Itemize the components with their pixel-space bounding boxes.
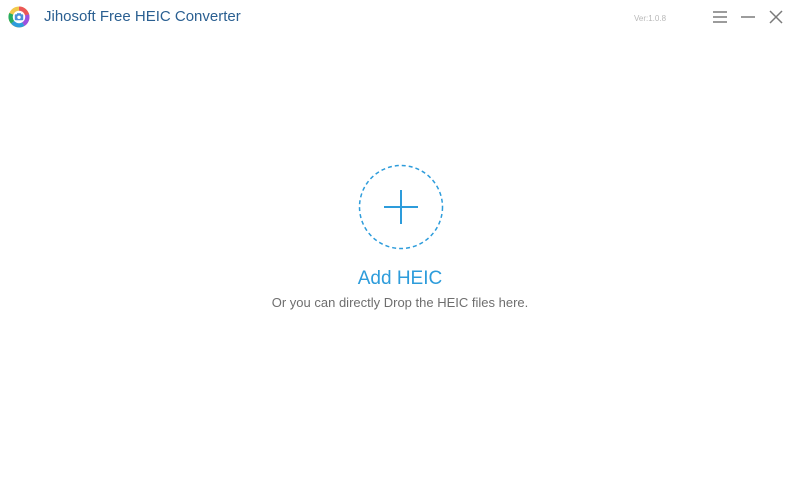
drop-hint-text: Or you can directly Drop the HEIC files … [271,295,529,310]
minimize-icon[interactable] [739,8,757,26]
hamburger-menu-icon[interactable] [711,8,729,26]
title-bar[interactable]: Jihosoft Free HEIC Converter Ver:1.0.8 [0,0,800,36]
app-title: Jihosoft Free HEIC Converter [44,8,241,25]
close-icon[interactable] [767,8,785,26]
version-label: Ver:1.0.8 [634,14,667,23]
add-heic-button[interactable] [358,164,444,250]
app-window: Jihosoft Free HEIC Converter Ver:1.0.8 A… [0,0,800,482]
app-logo-icon [8,6,30,28]
add-heic-label[interactable]: Add HEIC [0,268,800,290]
plus-icon [384,190,418,224]
